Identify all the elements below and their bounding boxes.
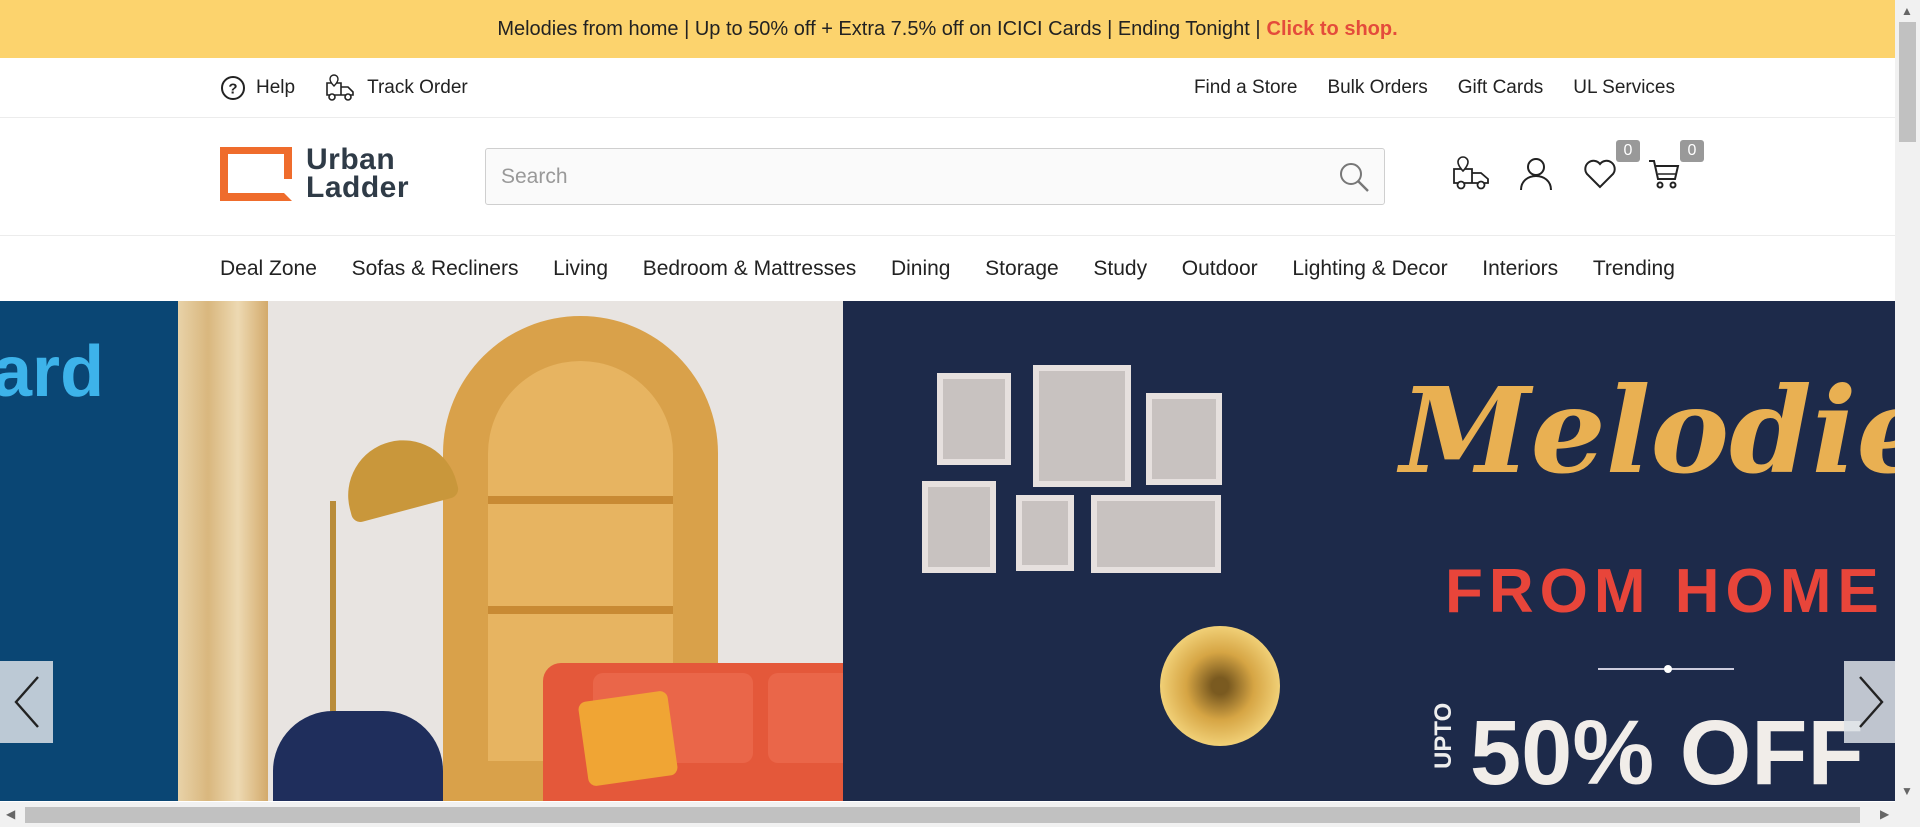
chevron-left-icon — [13, 676, 39, 728]
carousel-prev-button[interactable] — [0, 661, 53, 743]
scroll-left-icon[interactable]: ◀ — [6, 807, 15, 821]
chevron-right-icon — [1858, 676, 1884, 728]
nav-item-study[interactable]: Study — [1093, 257, 1147, 281]
search-icon[interactable] — [1338, 161, 1370, 193]
wall-frame — [1091, 495, 1221, 573]
help-icon: ? — [221, 75, 245, 100]
logo-mark-icon — [220, 147, 292, 201]
nav-item-lighting-decor[interactable]: Lighting & Decor — [1292, 257, 1447, 281]
truck-location-icon — [1453, 156, 1489, 190]
promo-cta-link[interactable]: Click to shop. — [1267, 18, 1398, 41]
scroll-right-icon[interactable]: ▶ — [1880, 807, 1889, 821]
search-box — [485, 148, 1385, 205]
nav-item-trending[interactable]: Trending — [1593, 257, 1675, 281]
logo-line-1: Urban — [306, 143, 396, 176]
find-store-link[interactable]: Find a Store — [1194, 77, 1298, 99]
gift-cards-link[interactable]: Gift Cards — [1458, 77, 1544, 99]
svg-text:?: ? — [228, 80, 237, 97]
hero-offer: 50% OFF — [1470, 702, 1864, 801]
wishlist-button[interactable]: 0 — [1580, 140, 1640, 194]
nav-item-interiors[interactable]: Interiors — [1482, 257, 1558, 281]
promo-banner[interactable]: Melodies from home | Up to 50% off + Ext… — [0, 0, 1895, 58]
cart-button[interactable]: 0 — [1644, 140, 1704, 194]
vertical-scrollbar[interactable]: ▲ ▼ — [1895, 0, 1920, 802]
help-link[interactable]: ? Help — [220, 75, 295, 101]
shopping-cart-icon — [1649, 160, 1680, 189]
wishlist-count-badge: 0 — [1616, 140, 1640, 162]
nav-item-dining[interactable]: Dining — [891, 257, 951, 281]
hero-upto-label: UPTO — [1430, 702, 1457, 769]
promo-text: Melodies from home | Up to 50% off + Ext… — [497, 17, 1261, 40]
wall-frame — [937, 373, 1011, 465]
hero-carousel[interactable]: ard Melodies FROM HOME UPTO 50% OFF — [0, 301, 1895, 801]
urban-ladder-logo[interactable]: Urban Ladder — [220, 143, 410, 204]
hero-divider — [1598, 665, 1734, 673]
scroll-up-icon[interactable]: ▲ — [1901, 4, 1913, 18]
wall-frame — [1033, 365, 1131, 487]
delivery-truck-icon — [326, 73, 354, 101]
curtain-graphic — [178, 301, 268, 801]
bulk-orders-link[interactable]: Bulk Orders — [1327, 77, 1427, 99]
vertical-scroll-thumb[interactable] — [1899, 22, 1916, 142]
carousel-next-button[interactable] — [1844, 661, 1897, 743]
wall-frame — [922, 481, 996, 573]
nav-item-outdoor[interactable]: Outdoor — [1182, 257, 1258, 281]
logo-line-2: Ladder — [306, 171, 410, 204]
previous-slide-text: ard — [0, 332, 105, 412]
horizontal-scrollbar[interactable]: ◀ ▶ — [0, 802, 1920, 827]
heart-icon — [1584, 159, 1616, 189]
nav-item-bedroom-mattresses[interactable]: Bedroom & Mattresses — [643, 257, 857, 281]
nav-item-deal-zone[interactable]: Deal Zone — [220, 257, 317, 281]
search-input[interactable] — [486, 149, 1384, 204]
main-header: Urban Ladder Search 0 0 — [0, 118, 1895, 236]
scroll-down-icon[interactable]: ▼ — [1901, 784, 1913, 798]
cart-count-badge: 0 — [1680, 140, 1704, 162]
user-icon — [1520, 158, 1552, 191]
ul-services-link[interactable]: UL Services — [1573, 77, 1675, 99]
wall-frame — [1016, 495, 1074, 571]
hero-room-image — [178, 301, 1153, 801]
armchair-graphic — [273, 711, 443, 801]
track-order-label: Track Order — [367, 76, 468, 98]
track-order-link[interactable]: Track Order — [325, 73, 468, 103]
help-label: Help — [256, 76, 296, 98]
nav-item-living[interactable]: Living — [553, 257, 608, 281]
utility-bar: ? Help Track Order Find a Store Bulk Ord… — [0, 58, 1895, 118]
hero-title: Melodies — [1400, 361, 1895, 500]
nav-item-sofas-recliners[interactable]: Sofas & Recliners — [352, 257, 519, 281]
account-button[interactable] — [1516, 154, 1556, 194]
category-nav: Deal Zone Sofas & Recliners Living Bedro… — [0, 236, 1895, 301]
store-locator-button[interactable] — [1452, 154, 1492, 194]
gramophone-graphic — [1160, 626, 1280, 746]
nav-item-storage[interactable]: Storage — [985, 257, 1059, 281]
wall-frame — [1146, 393, 1222, 485]
hero-subtitle: FROM HOME — [1445, 557, 1885, 626]
horizontal-scroll-thumb[interactable] — [25, 807, 1860, 823]
